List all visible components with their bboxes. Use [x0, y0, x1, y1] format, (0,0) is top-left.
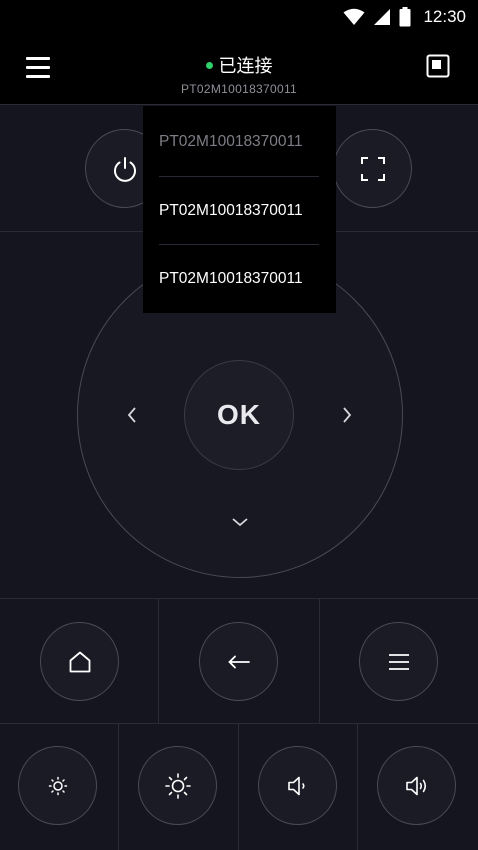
ok-button[interactable]: OK [184, 360, 294, 470]
wifi-icon [343, 8, 365, 25]
brightness-down-button[interactable] [18, 746, 97, 825]
brightness-up-icon [164, 772, 191, 799]
back-arrow-icon [227, 655, 250, 668]
ok-label: OK [217, 399, 261, 430]
power-icon [113, 156, 136, 182]
divider [238, 723, 239, 850]
fullscreen-button[interactable] [333, 129, 412, 208]
status-bar: 12:30 [0, 0, 478, 34]
cellular-signal-icon [374, 9, 391, 25]
brightness-down-icon [48, 776, 67, 795]
back-button[interactable] [199, 622, 278, 701]
device-option[interactable]: PT02M10018370011 [159, 244, 319, 313]
volume-down-icon [287, 776, 305, 795]
connection-info[interactable]: 已连接 PT02M10018370011 [0, 52, 478, 96]
battery-icon [399, 7, 411, 27]
fullscreen-icon [360, 156, 385, 181]
screen-mirror-icon[interactable] [426, 54, 450, 78]
divider [118, 723, 119, 850]
volume-up-icon [405, 776, 426, 795]
dpad-right-button[interactable] [332, 400, 362, 430]
home-button[interactable] [40, 622, 119, 701]
connection-line: 已连接 [0, 52, 478, 78]
home-icon [69, 651, 90, 672]
dpad-left-button[interactable] [117, 400, 147, 430]
divider [0, 598, 478, 599]
volume-up-button[interactable] [377, 746, 456, 825]
device-id: PT02M10018370011 [181, 82, 297, 96]
device-dropdown: PT02M10018370011 PT02M10018370011 PT02M1… [143, 106, 336, 313]
app-header: 已连接 PT02M10018370011 [0, 34, 478, 104]
status-time: 12:30 [423, 7, 466, 26]
divider [158, 598, 159, 723]
remote-control-screen: 12:30 已连接 PT02M10018370011 OK PT02M10018… [0, 0, 478, 850]
options-menu-button[interactable] [359, 622, 438, 701]
divider [319, 598, 320, 723]
options-menu-icon [388, 653, 409, 670]
chevron-right-icon [343, 407, 352, 423]
volume-down-button[interactable] [258, 746, 337, 825]
divider [0, 723, 478, 724]
connection-status: 已连接 [218, 56, 273, 76]
connection-indicator-dot [205, 61, 213, 69]
chevron-left-icon [127, 407, 136, 423]
device-option[interactable]: PT02M10018370011 [159, 107, 319, 176]
dpad-down-button[interactable] [225, 507, 255, 537]
device-option[interactable]: PT02M10018370011 [159, 176, 319, 245]
divider [357, 723, 358, 850]
divider [0, 104, 478, 105]
chevron-down-icon [232, 518, 248, 527]
brightness-up-button[interactable] [138, 746, 217, 825]
